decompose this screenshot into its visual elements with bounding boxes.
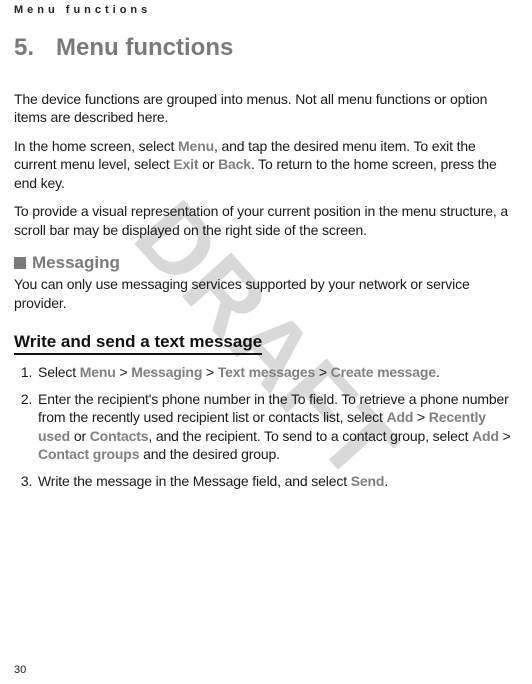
text-run: , and the recipient. To send to a contac… bbox=[148, 428, 472, 444]
chapter-number: 5. bbox=[14, 34, 34, 62]
step-2: Enter the recipient's phone number in th… bbox=[36, 390, 518, 464]
step-3: Write the message in the Message field, … bbox=[36, 472, 518, 490]
section-title: Messaging bbox=[32, 253, 120, 272]
text-run: In the home screen, select bbox=[14, 138, 178, 154]
section-heading: Messaging bbox=[14, 253, 518, 273]
step-1: Select Menu > Messaging > Text messages … bbox=[36, 363, 518, 381]
separator: > bbox=[202, 364, 218, 380]
text-messages-term: Text messages bbox=[218, 364, 315, 380]
text-run: . bbox=[384, 473, 388, 489]
chapter-title: 5. Menu functions bbox=[14, 34, 518, 62]
messaging-term: Messaging bbox=[131, 364, 202, 380]
contact-groups-term: Contact groups bbox=[38, 446, 139, 462]
text-run: . bbox=[436, 364, 440, 380]
subsection-heading: Write and send a text message bbox=[14, 332, 262, 355]
separator: > bbox=[499, 428, 511, 444]
separator: > bbox=[413, 409, 429, 425]
intro-paragraph-1: The device functions are grouped into me… bbox=[14, 90, 518, 127]
separator: > bbox=[116, 364, 132, 380]
chapter-name: Menu functions bbox=[56, 34, 233, 61]
steps-list: Select Menu > Messaging > Text messages … bbox=[14, 363, 518, 490]
text-run: Write the message in the Message field, … bbox=[38, 473, 351, 489]
add-term: Add bbox=[472, 428, 499, 444]
section-paragraph: You can only use messaging services supp… bbox=[14, 275, 518, 312]
page-number: 30 bbox=[14, 664, 26, 676]
back-term: Back bbox=[218, 156, 251, 172]
contacts-term: Contacts bbox=[90, 428, 149, 444]
text-run: and the desired group. bbox=[139, 446, 280, 462]
running-head: Menu functions bbox=[14, 4, 518, 16]
text-run: Select bbox=[38, 364, 80, 380]
intro-paragraph-2: In the home screen, select Menu, and tap… bbox=[14, 137, 518, 192]
add-term: Add bbox=[386, 409, 413, 425]
intro-paragraph-3: To provide a visual representation of yo… bbox=[14, 202, 518, 239]
menu-term: Menu bbox=[178, 138, 214, 154]
menu-term: Menu bbox=[80, 364, 116, 380]
create-message-term: Create message bbox=[331, 364, 436, 380]
bullet-square-icon bbox=[14, 257, 26, 269]
text-run: or bbox=[198, 156, 218, 172]
text-run: or bbox=[70, 428, 90, 444]
separator: > bbox=[315, 364, 331, 380]
send-term: Send bbox=[351, 473, 385, 489]
exit-term: Exit bbox=[173, 156, 198, 172]
